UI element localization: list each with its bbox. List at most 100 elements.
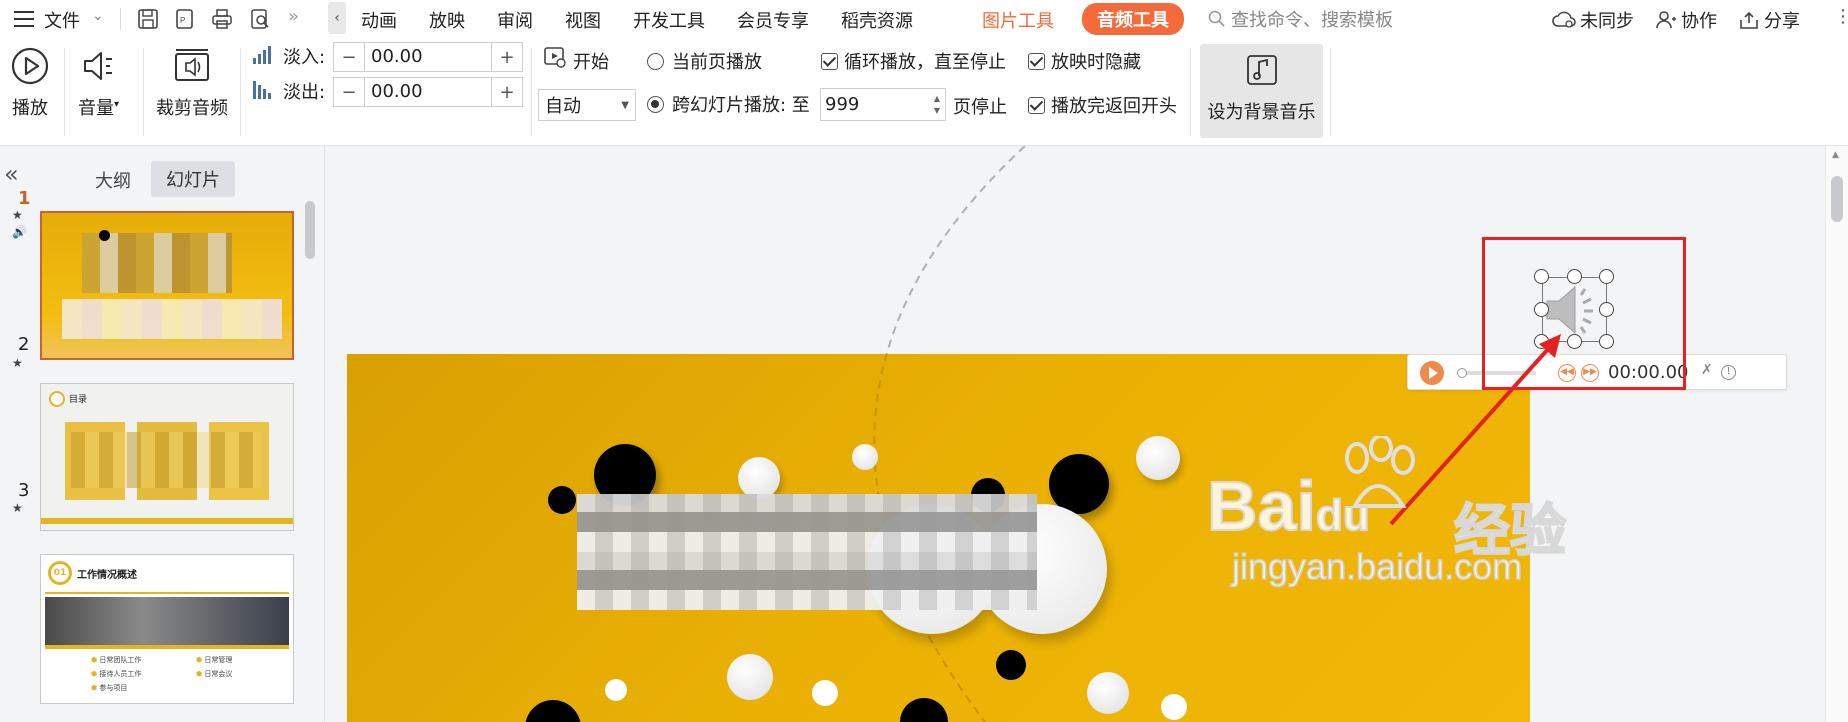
tab-slides[interactable]: 幻灯片: [151, 161, 235, 197]
tab-view[interactable]: 视图: [549, 7, 617, 33]
blurred-title-block: [82, 233, 232, 293]
caret-down-icon: ▼: [621, 99, 629, 111]
info-icon[interactable]: !: [1721, 365, 1736, 380]
share-label: 分享: [1764, 11, 1800, 32]
collab-button[interactable]: 协作: [1655, 7, 1717, 33]
white-circle: [1087, 672, 1129, 714]
fade-out-icon: [253, 81, 271, 99]
increment-button[interactable]: +: [492, 78, 522, 106]
fade-out-label: 淡出:: [283, 82, 326, 103]
file-menu[interactable]: 文件: [44, 7, 80, 33]
panel-scrollbar[interactable]: [305, 201, 315, 721]
trim-audio-button[interactable]: 裁剪音频: [156, 46, 228, 120]
star-icon: ★: [12, 208, 23, 222]
tab-animation[interactable]: 动画: [345, 7, 413, 33]
checkbox-indicator: [1028, 52, 1045, 70]
tab-member[interactable]: 会员专享: [721, 7, 825, 33]
menu-tabs: 动画 放映 审阅 视图 开发工具 会员专享 稻壳资源: [345, 7, 929, 33]
radio-indicator: [647, 52, 664, 70]
export-pdf-icon[interactable]: P: [168, 2, 202, 36]
print-icon[interactable]: [205, 2, 239, 36]
ribbon-divider: [240, 48, 241, 136]
fade-out-stepper[interactable]: − 00.00 +: [333, 77, 523, 107]
fade-out-value[interactable]: 00.00: [364, 78, 492, 106]
background-music-button[interactable]: 设为背景音乐: [1200, 44, 1323, 138]
more-icon[interactable]: »: [288, 6, 299, 27]
tab-audio-tools[interactable]: 音频工具: [1082, 3, 1184, 35]
tab-slideshow[interactable]: 放映: [413, 7, 481, 33]
music-note-icon: [1246, 55, 1277, 85]
ribbon-divider: [1190, 48, 1191, 136]
ribbon-divider: [1330, 48, 1331, 136]
more-vertical-icon[interactable]: ⋮: [1834, 6, 1848, 27]
canvas-scrollbar[interactable]: ▲: [1825, 146, 1848, 722]
trim-audio-label: 裁剪音频: [156, 98, 228, 119]
scroll-up-icon[interactable]: ▲: [1832, 150, 1839, 160]
blurred-footer-block: [62, 299, 282, 339]
search-icon: [1208, 10, 1225, 27]
scroll-left-button[interactable]: ‹: [328, 2, 346, 34]
search-placeholder: 查找命令、搜索模板: [1231, 10, 1393, 31]
fade-in-value[interactable]: 00.00: [364, 43, 492, 71]
collapse-panel-icon[interactable]: «: [4, 162, 19, 186]
sync-label: 未同步: [1580, 11, 1634, 32]
slide-thumbnail-1[interactable]: [40, 211, 294, 360]
ribbon-divider: [531, 48, 532, 136]
loop-checkbox[interactable]: 循环播放，直至停止: [821, 48, 1006, 74]
sync-button[interactable]: 未同步: [1552, 7, 1634, 33]
checkbox-indicator: [821, 52, 838, 70]
current-page-radio[interactable]: 当前页播放: [647, 48, 762, 74]
search-box[interactable]: 查找命令、搜索模板: [1208, 5, 1448, 33]
black-circle: [996, 650, 1026, 680]
mute-icon[interactable]: ✗: [1701, 362, 1713, 378]
page-stop-input[interactable]: 999 ▲ ▼: [820, 88, 946, 121]
tab-docer[interactable]: 稻壳资源: [825, 7, 929, 33]
white-circle: [1136, 436, 1180, 480]
menu-divider: [120, 8, 121, 30]
chevron-down-icon[interactable]: ⌄: [92, 8, 104, 24]
white-circle: [738, 457, 780, 499]
cross-slide-radio[interactable]: 跨幻灯片播放: 至: [647, 91, 810, 117]
audio-ribbon: 播放 音量▾ 裁剪音频 淡入: − 00.00 + 淡出: − 00.00 + …: [0, 38, 1848, 146]
black-circle: [548, 486, 576, 514]
white-circle: [727, 654, 773, 700]
audio-marker-icon: 🔊: [12, 225, 27, 239]
bullet-list: ⬢ 日常团队工作 ⬢ 日常管理 ⬢ 接待人员工作 ⬢ 日常会议 ⬢ 参与项目: [91, 656, 233, 692]
start-label: 开始: [573, 52, 609, 73]
play-button[interactable]: 播放: [10, 46, 50, 120]
slide-thumbnail-3[interactable]: 01 工作情况概述 ⬢ 日常团队工作 ⬢ 日常管理 ⬢ 接待人员工作 ⬢ 日常会…: [40, 554, 294, 704]
scroll-thumb[interactable]: [1831, 176, 1843, 222]
tab-review[interactable]: 审阅: [481, 7, 549, 33]
hide-checkbox[interactable]: 放映时隐藏: [1028, 48, 1141, 74]
increment-button[interactable]: +: [492, 43, 522, 71]
watermark-url: jingyan.baidu.com: [1231, 545, 1523, 588]
cloud-icon: [1552, 11, 1576, 28]
current-page-label: 当前页播放: [672, 52, 762, 73]
rewind-checkbox[interactable]: 播放完返回开头: [1028, 92, 1177, 118]
print-preview-icon[interactable]: [243, 2, 277, 36]
fade-in-stepper[interactable]: − 00.00 +: [333, 42, 523, 72]
share-button[interactable]: 分享: [1738, 7, 1800, 33]
slide-thumbnail-2[interactable]: 目录: [40, 383, 294, 531]
hide-label: 放映时隐藏: [1051, 52, 1141, 73]
ribbon-divider: [64, 48, 65, 136]
save-icon[interactable]: [131, 2, 165, 36]
volume-button[interactable]: 音量▾: [78, 46, 119, 120]
page-stop-label: 页停止: [953, 97, 1007, 118]
yellow-strip: [45, 645, 289, 649]
decrement-button[interactable]: −: [334, 78, 364, 106]
tab-developer[interactable]: 开发工具: [617, 7, 721, 33]
slides-panel: « 大纲 幻灯片 1 ★ 🔊 2 ★ 目录 3 ★ 01 工作情况概述 ⬢ 日常…: [0, 146, 325, 722]
slide-3-title: 工作情况概述: [77, 570, 137, 581]
tab-picture-tools[interactable]: 图片工具: [982, 7, 1054, 33]
white-circle: [852, 444, 878, 470]
hamburger-icon[interactable]: [14, 9, 34, 27]
page-stop-value: 999: [825, 94, 860, 115]
tab-outline[interactable]: 大纲: [95, 167, 131, 193]
decrement-button[interactable]: −: [334, 43, 364, 71]
spinner-arrows-icon[interactable]: ▲ ▼: [929, 93, 945, 117]
trim-audio-icon: [175, 49, 209, 81]
start-select[interactable]: 自动 ▼: [538, 89, 636, 121]
play-label: 播放: [12, 98, 48, 119]
photo-banner: [45, 597, 289, 645]
